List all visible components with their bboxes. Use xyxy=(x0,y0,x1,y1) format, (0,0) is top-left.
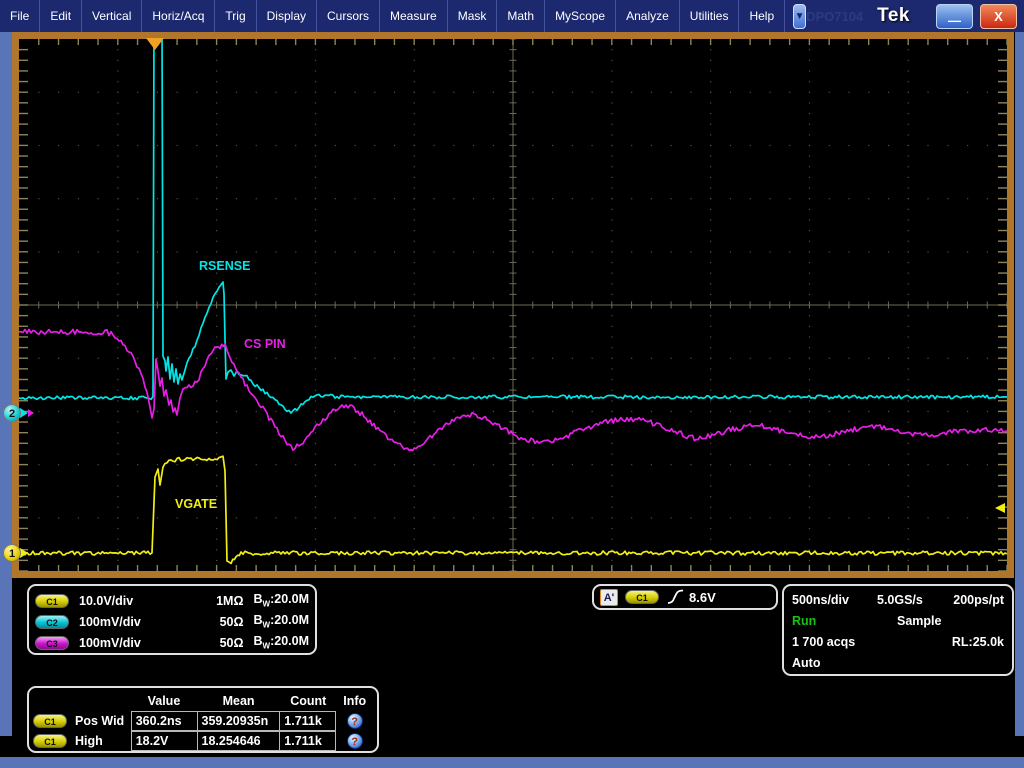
channel2-impedance: 50Ω xyxy=(219,614,244,629)
menu-overflow-button[interactable]: ▼ xyxy=(793,3,807,29)
header-mean: Mean xyxy=(222,693,255,708)
menu-item-horiz-acq[interactable]: Horiz/Acq xyxy=(142,0,216,32)
channel2-bandwidth: BW:20.0M xyxy=(253,613,310,630)
window-frame-bottom xyxy=(0,757,1024,768)
measurement-panel: Value Mean Count Info C1 Pos Wid 360.2ns… xyxy=(27,686,379,753)
channel1-scale: 10.0V/div xyxy=(79,593,134,608)
measurement2-name: High xyxy=(75,734,103,748)
resolution-readout: 200ps/pt xyxy=(953,592,1004,607)
channel1-reference-marker[interactable]: 1 xyxy=(3,544,21,562)
menu-item-trig[interactable]: Trig xyxy=(215,0,257,32)
measurement-row: C1 Pos Wid 360.2ns 359.20935n 1.711k ? xyxy=(33,711,373,731)
measurement-header-row: Value Mean Count Info xyxy=(33,690,373,711)
model-label: DPO7104 xyxy=(806,8,864,24)
trigger-event-badge[interactable]: A' xyxy=(600,588,618,606)
menu-item-edit[interactable]: Edit xyxy=(40,0,83,32)
channel3-scale: 100mV/div xyxy=(79,635,141,650)
sample-rate-readout: 5.0GS/s xyxy=(877,592,923,607)
trigger-position-marker[interactable] xyxy=(146,38,164,50)
svg-text:VGATE: VGATE xyxy=(175,497,217,511)
run-state: Run xyxy=(792,613,817,628)
measurement1-source-badge[interactable]: C1 xyxy=(33,714,67,728)
channel3-impedance: 50Ω xyxy=(219,635,244,650)
trigger-mode: Auto xyxy=(792,655,821,670)
channel2-readout-row: C2 100mV/div 50Ω BW:20.0M xyxy=(35,611,309,632)
tek-logo: Tek xyxy=(877,5,910,26)
measurement2-info-icon[interactable]: ? xyxy=(346,733,363,749)
channel1-bandwidth: BW:20.0M xyxy=(253,592,310,609)
menu-item-measure[interactable]: Measure xyxy=(380,0,448,32)
channel1-impedance: 1MΩ xyxy=(216,593,244,608)
channel3-badge[interactable]: C3 xyxy=(35,635,69,650)
waveform-svg: RSENSE CS PIN VGATE xyxy=(19,39,1007,571)
record-length: RL:25.0k xyxy=(951,634,1004,649)
chevron-down-icon: ▼ xyxy=(794,10,805,22)
measurement2-source-badge[interactable]: C1 xyxy=(33,734,67,748)
timebase-readout: 500ns/div xyxy=(792,592,849,607)
trigger-source-badge[interactable]: C1 xyxy=(625,590,659,604)
window-frame-left xyxy=(0,0,12,736)
minimize-button[interactable]: — xyxy=(936,3,973,29)
channel2-scale: 100mV/div xyxy=(79,614,141,629)
titlebar-right: DPO7104 Tek — X xyxy=(806,0,1024,32)
acquisition-mode: Sample xyxy=(897,613,942,628)
menu-item-display[interactable]: Display xyxy=(257,0,317,32)
channel2-arrow-icon xyxy=(20,408,28,418)
menu-bar: File Edit Vertical Horiz/Acq Trig Displa… xyxy=(0,0,1024,32)
channel1-arrow-icon xyxy=(20,548,28,558)
horizontal-acquisition-panel: 500ns/div 5.0GS/s 200ps/pt Run Sample 1 … xyxy=(782,584,1014,676)
measurement-row: C1 High 18.2V 18.254646 1.711k ? xyxy=(33,731,373,751)
measurement2-value: 18.2V xyxy=(130,731,198,751)
channel3-bandwidth: BW:20.0M xyxy=(253,634,310,651)
svg-text:RSENSE: RSENSE xyxy=(199,259,250,273)
menu-item-analyze[interactable]: Analyze xyxy=(616,0,680,32)
header-info: Info xyxy=(343,693,367,708)
measurement1-info-icon[interactable]: ? xyxy=(346,713,363,729)
window-frame-right xyxy=(1015,0,1024,736)
trigger-readout-panel: A' C1 8.6V xyxy=(592,584,778,610)
minimize-icon: — xyxy=(948,12,961,28)
acquisition-count: 1 700 acqs xyxy=(792,634,856,649)
channel3-arrow-icon xyxy=(28,409,34,417)
measurement1-name: Pos Wid xyxy=(75,714,125,728)
channel1-readout-row: C1 10.0V/div 1MΩ BW:20.0M xyxy=(35,590,309,611)
menu-item-myscope[interactable]: MyScope xyxy=(545,0,617,32)
menu-item-vertical[interactable]: Vertical xyxy=(82,0,143,32)
trigger-level-marker[interactable] xyxy=(995,503,1005,513)
measurement1-count: 1.711k xyxy=(279,711,337,731)
close-button[interactable]: X xyxy=(980,3,1017,29)
menu-item-utilities[interactable]: Utilities xyxy=(680,0,740,32)
rising-edge-icon xyxy=(667,589,684,604)
menu-item-file[interactable]: File xyxy=(0,0,41,32)
menu-item-cursors[interactable]: Cursors xyxy=(317,0,381,32)
header-value: Value xyxy=(147,693,181,708)
menu-item-math[interactable]: Math xyxy=(497,0,546,32)
channel3-readout-row: C3 100mV/div 50Ω BW:20.0M xyxy=(35,632,309,653)
measurement2-mean: 18.254646 xyxy=(196,731,281,751)
menu-item-mask[interactable]: Mask xyxy=(448,0,498,32)
channel-readout-panel: C1 10.0V/div 1MΩ BW:20.0M C2 100mV/div 5… xyxy=(27,584,317,655)
trigger-level-value: 8.6V xyxy=(689,589,716,605)
waveform-display: RSENSE CS PIN VGATE 2 1 xyxy=(3,32,1014,578)
svg-text:CS PIN: CS PIN xyxy=(244,337,286,351)
header-count: Count xyxy=(290,693,327,708)
measurement1-value: 360.2ns xyxy=(130,711,198,731)
channel2-reference-marker[interactable]: 2 xyxy=(3,404,21,422)
channel1-badge[interactable]: C1 xyxy=(35,593,69,608)
channel2-badge[interactable]: C2 xyxy=(35,614,69,629)
measurement2-count: 1.711k xyxy=(279,731,337,751)
menu-item-help[interactable]: Help xyxy=(739,0,786,32)
measurement1-mean: 359.20935n xyxy=(196,711,281,731)
plot-area: RSENSE CS PIN VGATE 2 1 xyxy=(3,38,1007,571)
close-icon: X xyxy=(994,8,1003,24)
